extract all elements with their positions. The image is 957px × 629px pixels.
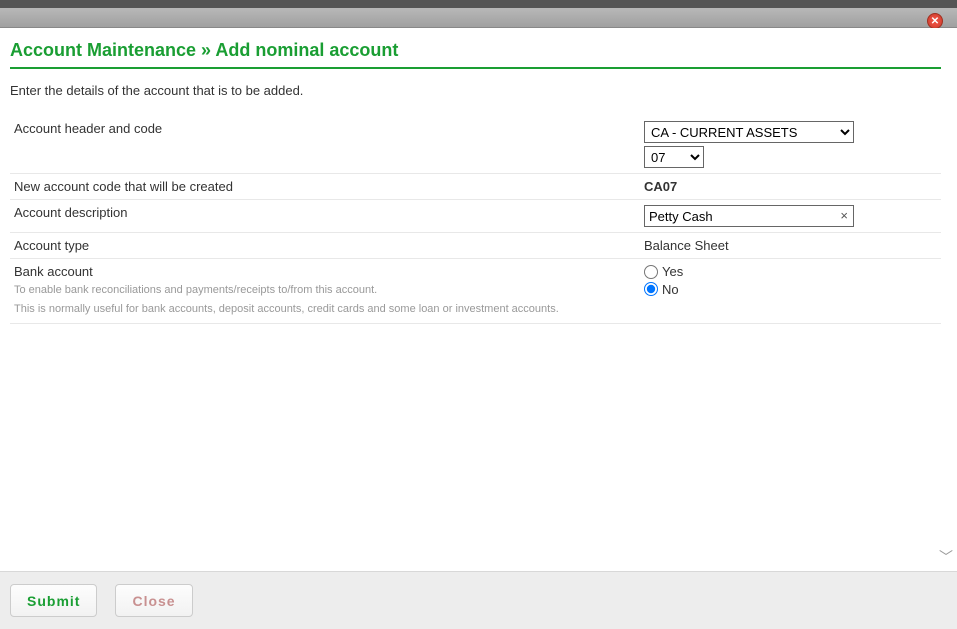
bank-yes-radio[interactable]: [644, 265, 658, 279]
window-top-strip: [0, 0, 957, 8]
account-code-select[interactable]: 07: [644, 146, 704, 168]
label-account-description: Account description: [10, 200, 640, 233]
bank-no-radio[interactable]: [644, 282, 658, 296]
label-account-header-code: Account header and code: [10, 116, 640, 174]
breadcrumb-separator: »: [201, 40, 211, 60]
breadcrumb-sub: Add nominal account: [215, 40, 398, 60]
account-header-select[interactable]: CA - CURRENT ASSETS: [644, 121, 854, 143]
footer-bar: Submit Close: [0, 571, 957, 629]
account-description-input[interactable]: [644, 205, 854, 227]
form-table: Account header and code CA - CURRENT ASS…: [10, 116, 941, 324]
row-bank-account: Bank account To enable bank reconciliati…: [10, 259, 941, 324]
breadcrumb-main: Account Maintenance: [10, 40, 196, 60]
value-account-type: Balance Sheet: [644, 238, 729, 253]
label-account-type: Account type: [10, 233, 640, 259]
row-account-description: Account description ×: [10, 200, 941, 233]
bank-no-label[interactable]: No: [644, 282, 679, 297]
row-account-type: Account type Balance Sheet: [10, 233, 941, 259]
help-bank-account-2: This is normally useful for bank account…: [14, 302, 636, 317]
bank-account-radio-group: Yes No: [644, 264, 937, 299]
scroll-down-icon[interactable]: ﹀: [939, 547, 953, 567]
label-bank-account: Bank account: [14, 264, 636, 279]
intro-text: Enter the details of the account that is…: [10, 83, 941, 98]
bank-yes-label[interactable]: Yes: [644, 264, 683, 279]
page-title: Account Maintenance » Add nominal accoun…: [10, 40, 941, 69]
label-new-account-code: New account code that will be created: [10, 174, 640, 200]
close-icon[interactable]: ✕: [927, 13, 943, 29]
row-account-header-code: Account header and code CA - CURRENT ASS…: [10, 116, 941, 174]
row-new-account-code: New account code that will be created CA…: [10, 174, 941, 200]
close-button[interactable]: Close: [115, 584, 192, 617]
submit-button[interactable]: Submit: [10, 584, 97, 617]
help-bank-account-1: To enable bank reconciliations and payme…: [14, 283, 636, 298]
window-title-bar: ✕: [0, 8, 957, 28]
value-new-account-code: CA07: [644, 179, 677, 194]
content-area: Account Maintenance » Add nominal accoun…: [0, 28, 957, 571]
clear-input-icon[interactable]: ×: [840, 208, 848, 223]
